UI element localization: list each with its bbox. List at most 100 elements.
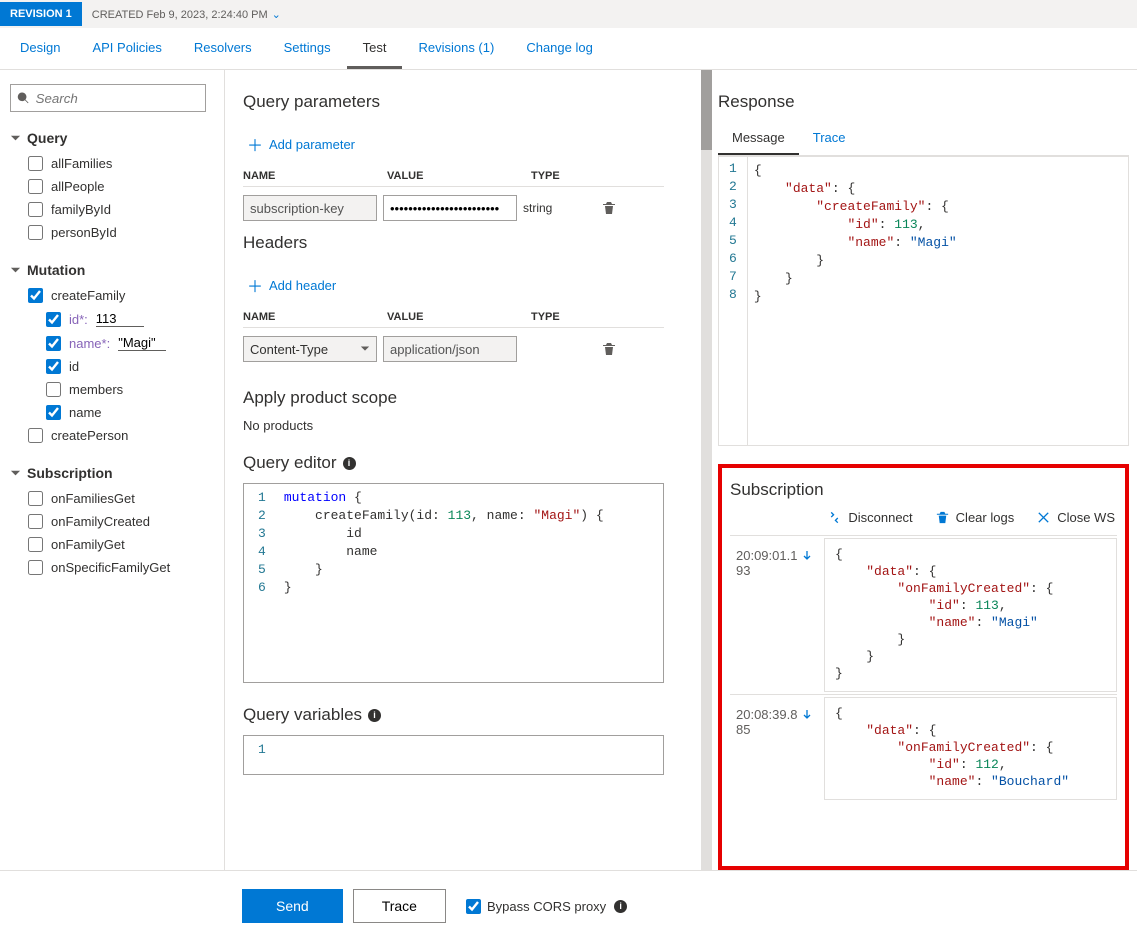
chk-createperson[interactable]	[28, 428, 43, 443]
tab-api-policies[interactable]: API Policies	[76, 28, 177, 69]
header-row: Content-Type	[243, 328, 664, 370]
chk-onfamiliesget[interactable]	[28, 491, 43, 506]
center-panel: Query parameters ＋Add parameter NAME VAL…	[225, 70, 700, 870]
params-header: NAME VALUE TYPE	[243, 166, 664, 187]
arrow-down-icon	[801, 709, 813, 721]
right-panel: Response Message Trace 12345678 { "data"…	[700, 70, 1137, 870]
info-icon[interactable]: i	[614, 900, 627, 913]
chevron-down-icon	[10, 265, 21, 276]
chevron-down-icon	[360, 344, 370, 354]
log-timestamp: 20:08:39.885	[730, 695, 824, 802]
tab-message[interactable]: Message	[718, 122, 799, 155]
group-query[interactable]: Query	[10, 130, 214, 146]
disconnect-button[interactable]: Disconnect	[827, 510, 912, 525]
revision-badge: REVISION 1	[0, 2, 82, 26]
clear-logs-button[interactable]: Clear logs	[935, 510, 1015, 525]
search-input[interactable]	[36, 91, 199, 106]
trace-button[interactable]: Trace	[353, 889, 446, 923]
plus-icon: ＋	[247, 132, 263, 156]
chevron-down-icon	[10, 468, 21, 479]
chk-field-members[interactable]	[46, 382, 61, 397]
query-vars-title: Query variablesi	[243, 705, 664, 725]
log-row: 20:08:39.885 { "data": { "onFamilyCreate…	[730, 694, 1117, 802]
query-vars-editor[interactable]: 1	[243, 735, 664, 775]
close-icon	[1036, 510, 1051, 525]
scrollbar-thumb[interactable]	[701, 70, 712, 150]
header-value[interactable]	[383, 336, 517, 362]
chevron-down-icon: ⌄	[272, 9, 281, 21]
param-name[interactable]	[243, 195, 377, 221]
chk-allfamilies[interactable]	[28, 156, 43, 171]
param-id-input[interactable]	[96, 311, 144, 327]
param-type: string	[523, 201, 583, 215]
code-area[interactable]: mutation { createFamily(id: 113, name: "…	[278, 484, 663, 682]
tab-test[interactable]: Test	[347, 28, 403, 69]
param-row: string	[243, 187, 664, 229]
chk-param-id[interactable]	[46, 312, 61, 327]
query-editor-title: Query editori	[243, 453, 664, 473]
log-timestamp: 20:09:01.193	[730, 536, 824, 694]
query-editor[interactable]: 123456 mutation { createFamily(id: 113, …	[243, 483, 664, 683]
headers-title: Headers	[243, 233, 664, 253]
log-row: 20:09:01.193 { "data": { "onFamilyCreate…	[730, 535, 1117, 694]
trash-icon	[935, 510, 950, 525]
footer: Send Trace Bypass CORS proxyi	[0, 870, 1137, 941]
tab-changelog[interactable]: Change log	[510, 28, 609, 69]
arrow-down-icon	[801, 550, 813, 562]
param-value[interactable]	[383, 195, 517, 221]
log-json: { "data": { "onFamilyCreated": { "id": 1…	[824, 697, 1117, 800]
tab-design[interactable]: Design	[4, 28, 76, 69]
response-body[interactable]: 12345678 { "data": { "createFamily": { "…	[718, 156, 1129, 446]
close-ws-button[interactable]: Close WS	[1036, 510, 1115, 525]
chk-familybyid[interactable]	[28, 202, 43, 217]
chk-allpeople[interactable]	[28, 179, 43, 194]
search-box[interactable]	[10, 84, 206, 112]
scrollbar-track[interactable]	[701, 70, 712, 870]
tab-settings[interactable]: Settings	[268, 28, 347, 69]
main-tabs: Design API Policies Resolvers Settings T…	[0, 28, 1137, 70]
plus-icon: ＋	[247, 273, 263, 297]
chevron-down-icon	[10, 133, 21, 144]
revision-bar: REVISION 1 CREATED Feb 9, 2023, 2:24:40 …	[0, 0, 1137, 28]
subscription-title: Subscription	[730, 480, 1117, 500]
chk-onfamilycreated[interactable]	[28, 514, 43, 529]
subscription-tools: Disconnect Clear logs Close WS	[730, 510, 1115, 525]
send-button[interactable]: Send	[242, 889, 343, 923]
line-numbers: 123456	[244, 484, 278, 682]
param-name-input[interactable]	[118, 335, 166, 351]
add-header-link[interactable]: ＋Add header	[243, 263, 664, 307]
tab-revisions[interactable]: Revisions (1)	[402, 28, 510, 69]
group-mutation[interactable]: Mutation	[10, 262, 214, 278]
code-area[interactable]	[278, 736, 663, 774]
log-json: { "data": { "onFamilyCreated": { "id": 1…	[824, 538, 1117, 692]
info-icon[interactable]: i	[343, 457, 356, 470]
search-icon	[17, 91, 30, 105]
chk-field-id[interactable]	[46, 359, 61, 374]
chk-param-name[interactable]	[46, 336, 61, 351]
subscription-panel: Subscription Disconnect Clear logs Close…	[718, 464, 1129, 870]
chk-createfamily[interactable]	[28, 288, 43, 303]
chk-onfamilyget[interactable]	[28, 537, 43, 552]
response-title: Response	[718, 92, 1129, 112]
response-tabs: Message Trace	[718, 122, 1129, 156]
sidebar: Query allFamilies allPeople familyById p…	[0, 70, 225, 870]
no-products: No products	[243, 418, 664, 433]
group-subscription[interactable]: Subscription	[10, 465, 214, 481]
headers-header: NAME VALUE TYPE	[243, 307, 664, 328]
tab-resolvers[interactable]: Resolvers	[178, 28, 268, 69]
revision-created[interactable]: CREATED Feb 9, 2023, 2:24:40 PM⌄	[82, 8, 291, 21]
plug-icon	[827, 510, 842, 525]
scope-title: Apply product scope	[243, 388, 664, 408]
query-params-title: Query parameters	[243, 92, 664, 112]
bypass-cors[interactable]: Bypass CORS proxyi	[466, 899, 627, 914]
tab-trace[interactable]: Trace	[799, 122, 860, 155]
chk-onspecificfamilyget[interactable]	[28, 560, 43, 575]
add-parameter-link[interactable]: ＋Add parameter	[243, 122, 664, 166]
chk-field-name[interactable]	[46, 405, 61, 420]
chk-personbyid[interactable]	[28, 225, 43, 240]
line-numbers: 1	[244, 736, 278, 774]
info-icon[interactable]: i	[368, 709, 381, 722]
header-name-select[interactable]: Content-Type	[243, 336, 377, 362]
delete-icon[interactable]	[601, 341, 617, 357]
delete-icon[interactable]	[601, 200, 617, 216]
